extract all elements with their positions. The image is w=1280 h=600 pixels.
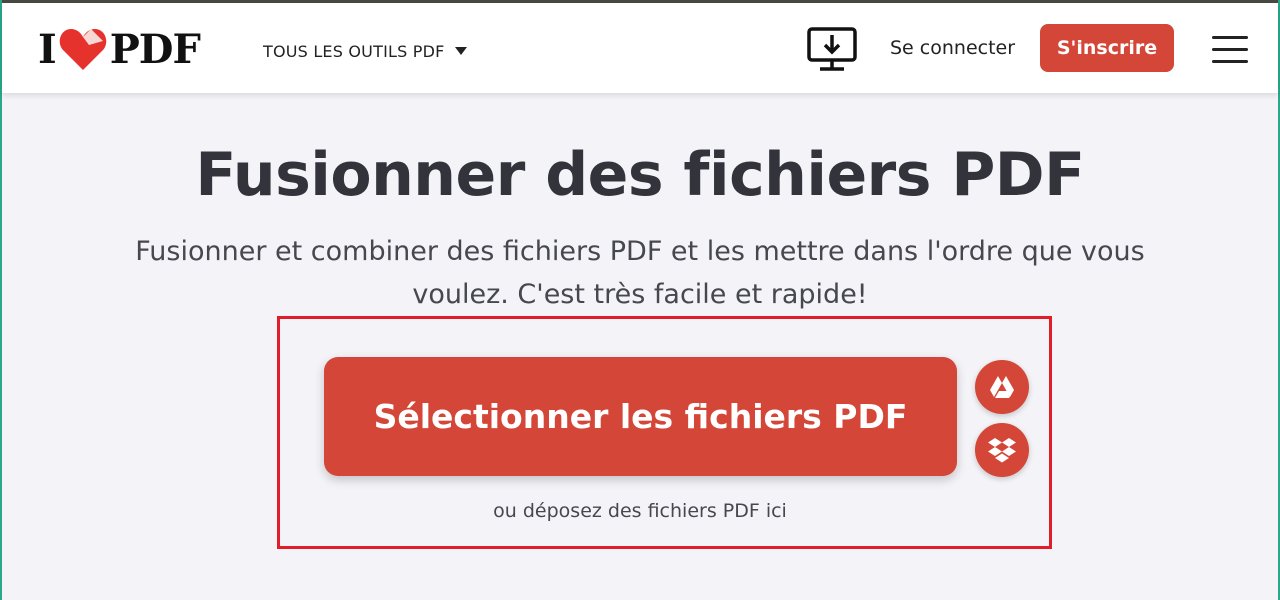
caret-down-icon <box>454 47 467 55</box>
menu-line <box>1212 48 1248 51</box>
google-drive-button[interactable] <box>975 360 1029 414</box>
menu-line <box>1212 60 1248 63</box>
page-subtitle: Fusionner et combiner des fichiers PDF e… <box>135 236 1145 310</box>
dropbox-icon <box>988 438 1016 463</box>
signup-button[interactable]: S'inscrire <box>1040 24 1174 72</box>
ilovepdf-logo[interactable]: I PDF <box>38 25 201 73</box>
heart-logo-icon <box>59 29 106 70</box>
menu-line <box>1212 36 1248 39</box>
select-pdf-files-button[interactable]: Sélectionner les fichiers PDF <box>324 357 957 476</box>
desktop-download-icon[interactable] <box>806 26 858 74</box>
login-link[interactable]: Se connecter <box>890 37 1015 59</box>
all-tools-dropdown[interactable]: TOUS LES OUTILS PDF <box>263 37 467 65</box>
hamburger-menu-icon[interactable] <box>1212 32 1250 66</box>
all-tools-label: TOUS LES OUTILS PDF <box>263 41 445 61</box>
drop-files-hint: ou déposez des fichiers PDF ici <box>493 500 787 522</box>
google-drive-icon <box>990 376 1014 398</box>
logo-letter-i: I <box>38 25 57 73</box>
top-navigation-bar: I PDF TOUS LES OUTILS PDF Se connecter S… <box>2 3 1278 93</box>
logo-text-pdf: PDF <box>109 25 201 73</box>
page-title: Fusionner des fichiers PDF <box>195 140 1085 210</box>
dropbox-button[interactable] <box>975 423 1029 477</box>
